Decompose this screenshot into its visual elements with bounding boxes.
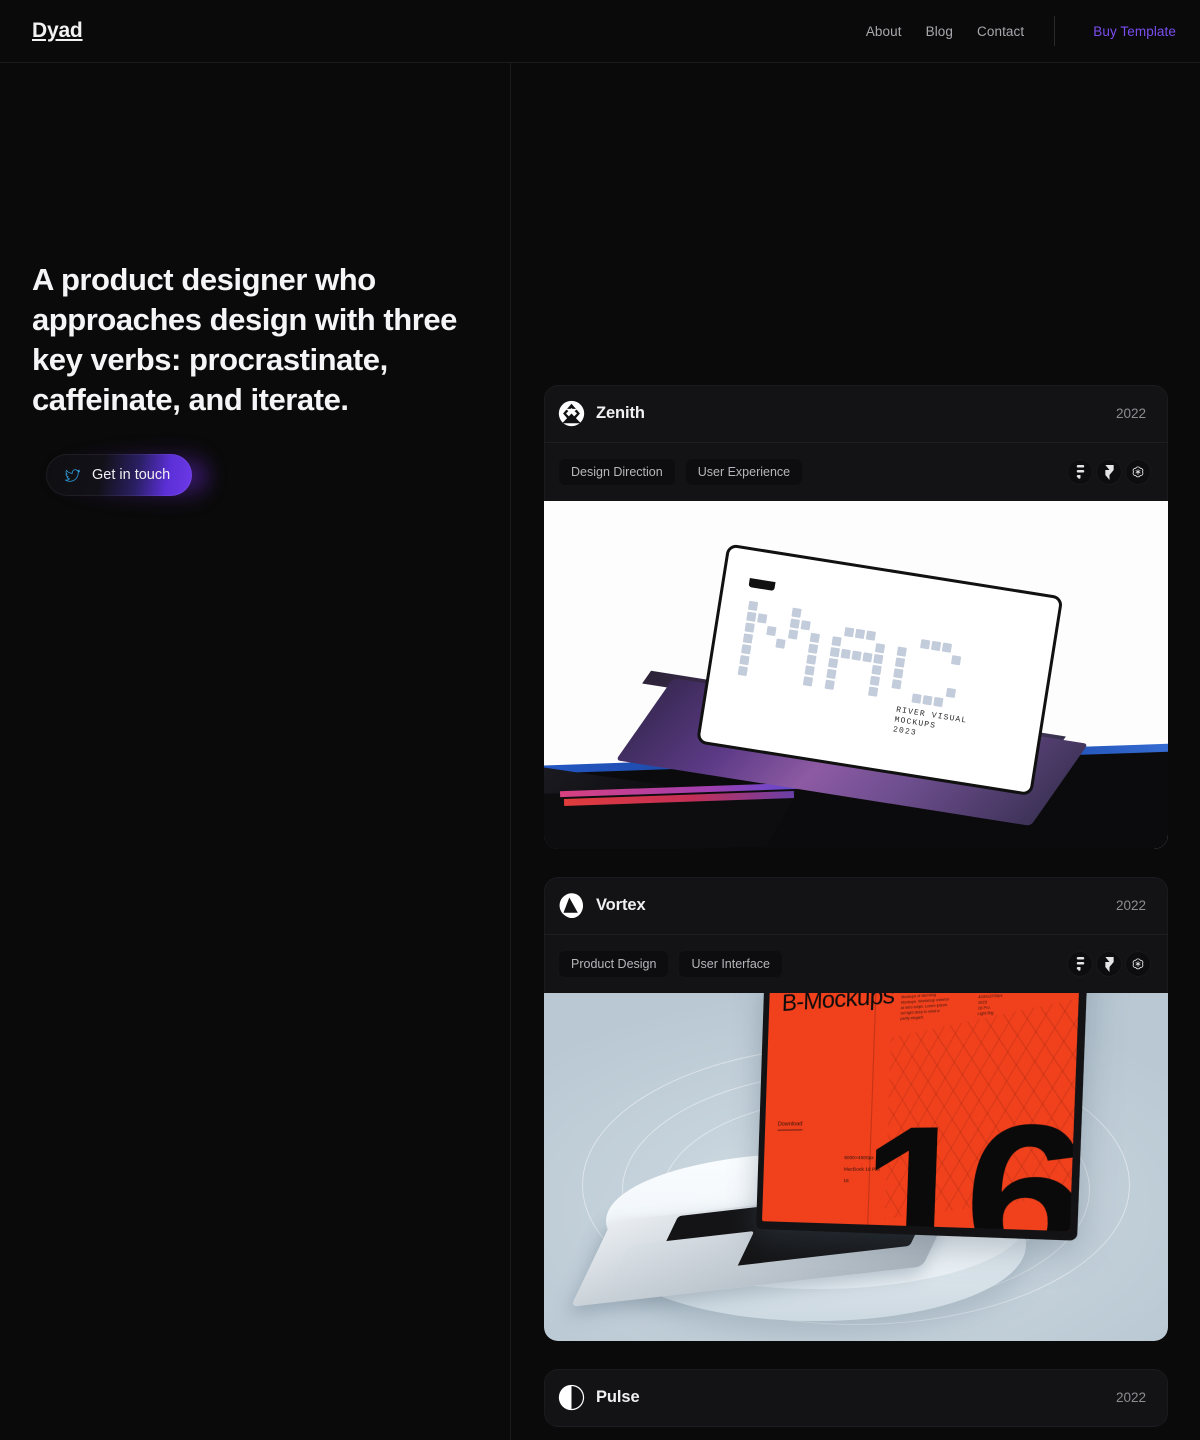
tag-list: Product Design User Interface — [558, 949, 1067, 979]
card-meta: Design Direction User Experience — [544, 443, 1168, 501]
openai-icon[interactable] — [1125, 951, 1151, 977]
get-in-touch-label: Get in touch — [92, 467, 171, 483]
mockup-big-number: 16 — [857, 1079, 1081, 1232]
laptop-screen: B-Mockups Detail Mockups of stunning Moc… — [756, 993, 1089, 1241]
project-year: 2022 — [1115, 898, 1146, 913]
tool-list — [1067, 459, 1151, 485]
tool-list — [1067, 951, 1151, 977]
tag: Design Direction — [558, 457, 676, 487]
figma-icon[interactable] — [1067, 459, 1093, 485]
project-card-vortex[interactable]: Vortex 2022 Product Design User Interfac… — [544, 877, 1168, 1341]
framer-icon[interactable] — [1096, 951, 1122, 977]
project-card-zenith[interactable]: Zenith 2022 Design Direction User Experi… — [544, 385, 1168, 849]
project-card-pulse[interactable]: Pulse 2022 — [544, 1369, 1168, 1427]
zenith-logo-icon — [558, 400, 585, 427]
pulse-logo-icon — [558, 1384, 585, 1411]
mockup-col-1: Detail Mockups of stunning Mockups. Work… — [900, 993, 950, 1021]
project-title: Pulse — [596, 1388, 640, 1406]
tag-list: Design Direction User Experience — [558, 457, 1067, 487]
nav-link-contact[interactable]: Contact — [977, 24, 1024, 39]
brand-logo[interactable]: Dyad — [32, 19, 83, 43]
project-media-vortex: B-Mockups Detail Mockups of stunning Moc… — [544, 993, 1168, 1341]
nav-link-blog[interactable]: Blog — [926, 24, 953, 39]
card-meta: Product Design User Interface — [544, 935, 1168, 993]
hero-section: A product designer who approaches design… — [32, 260, 472, 504]
project-year: 2022 — [1115, 1390, 1146, 1405]
buy-template-link[interactable]: Buy Template — [1093, 24, 1176, 39]
twitter-icon — [65, 468, 80, 482]
project-title: Vortex — [596, 896, 646, 914]
tag: User Interface — [678, 949, 783, 979]
nav-link-about[interactable]: About — [866, 24, 902, 39]
card-header: Pulse 2022 — [544, 1369, 1168, 1427]
column-divider — [510, 63, 511, 1440]
mockup-col-2: Models MacBook 16 Pro 4000x3700px 2023 1… — [977, 993, 1003, 1017]
get-in-touch-button[interactable]: Get in touch — [46, 454, 193, 496]
figma-icon[interactable] — [1067, 951, 1093, 977]
card-header: Zenith 2022 — [544, 385, 1168, 443]
card-header: Vortex 2022 — [544, 877, 1168, 935]
project-year: 2022 — [1115, 406, 1146, 421]
openai-icon[interactable] — [1125, 459, 1151, 485]
page-body: A product designer who approaches design… — [0, 63, 1200, 1440]
page-title: A product designer who approaches design… — [32, 262, 457, 417]
tag: Product Design — [558, 949, 670, 979]
framer-icon[interactable] — [1096, 459, 1122, 485]
projects-list: Zenith 2022 Design Direction User Experi… — [544, 385, 1168, 1427]
mockup-download-label: Download — [777, 1121, 803, 1131]
vortex-logo-icon — [559, 893, 584, 918]
nav-links: About Blog Contact Buy Template — [866, 0, 1176, 62]
mockup-title: B-Mockups — [781, 993, 895, 1017]
tag: User Experience — [684, 457, 804, 487]
nav-divider — [1054, 16, 1056, 46]
project-title: Zenith — [596, 404, 645, 422]
get-in-touch-wrapper: Get in touch — [32, 448, 212, 504]
top-navbar: Dyad About Blog Contact Buy Template — [0, 0, 1200, 63]
project-media-zenith: RIVER VISUAL MOCKUPS 2023 — [544, 501, 1168, 849]
